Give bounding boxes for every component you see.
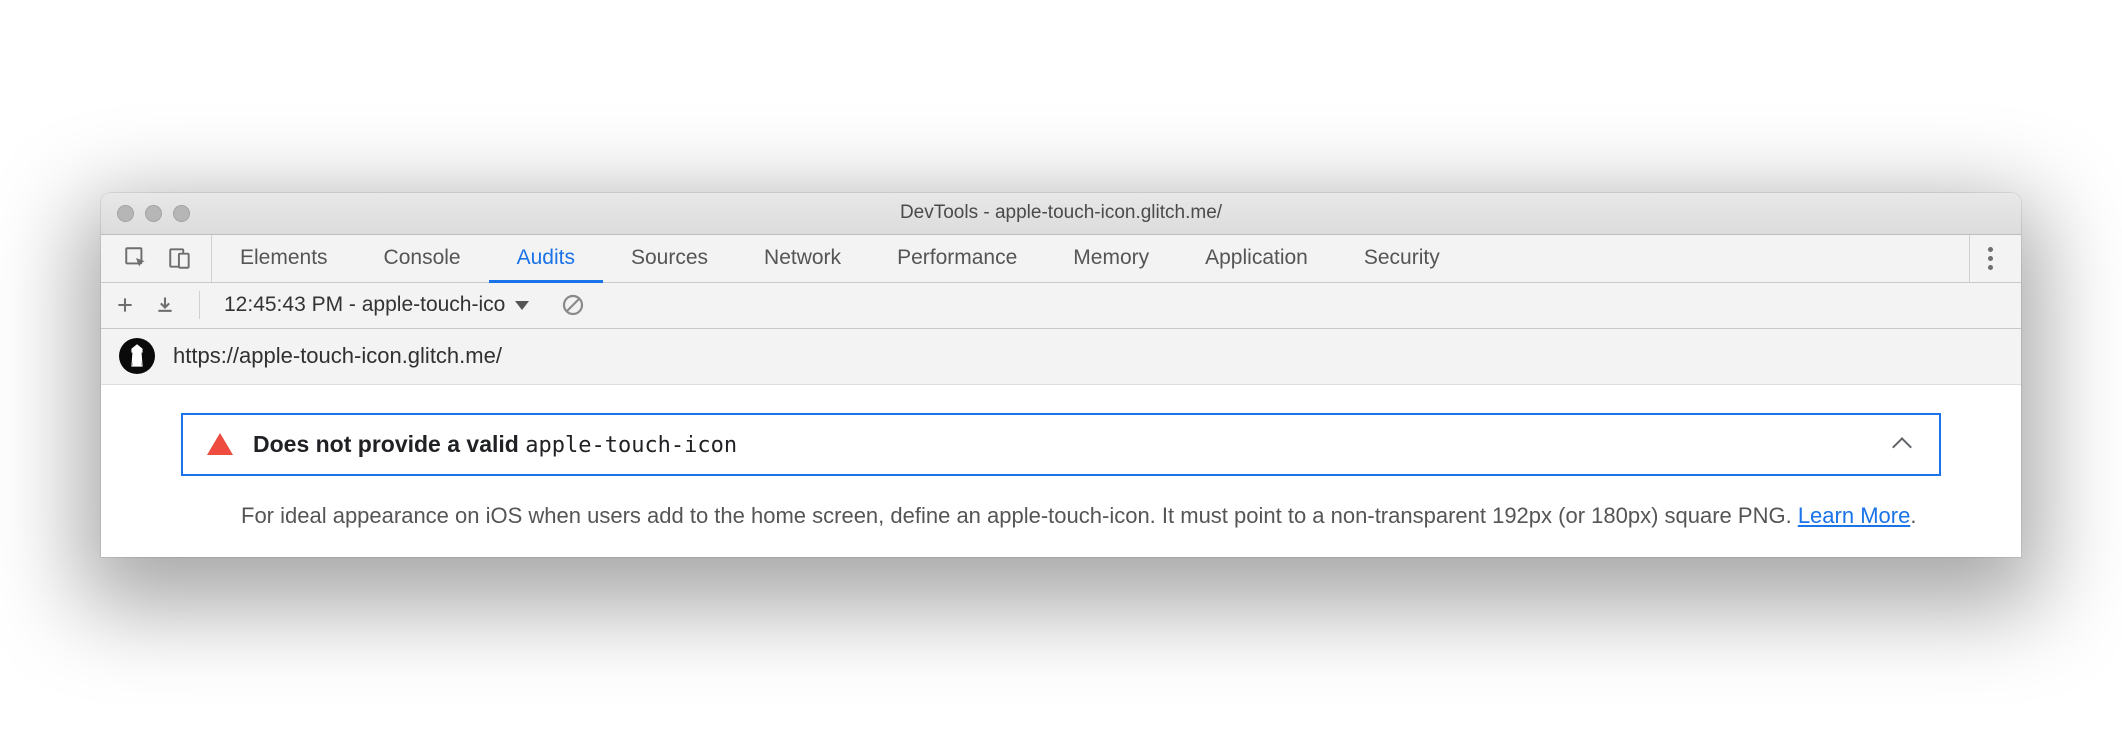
toolbar-divider [199, 291, 200, 319]
more-options-icon[interactable] [1988, 247, 1993, 270]
tab-application[interactable]: Application [1177, 235, 1336, 282]
audit-description-text: For ideal appearance on iOS when users a… [241, 503, 1798, 528]
clear-all-icon[interactable] [561, 293, 585, 317]
tab-security[interactable]: Security [1336, 235, 1468, 282]
tab-memory[interactable]: Memory [1045, 235, 1177, 282]
device-toggle-icon[interactable] [167, 245, 193, 271]
minimize-window-button[interactable] [145, 205, 162, 222]
tabbar-menu [1969, 235, 2011, 282]
tab-sources[interactable]: Sources [603, 235, 736, 282]
window-title: DevTools - apple-touch-icon.glitch.me/ [101, 202, 2021, 224]
audits-toolbar: 12:45:43 PM - apple-touch-ico [101, 283, 2021, 329]
report-selector-label: 12:45:43 PM - apple-touch-ico [224, 293, 505, 317]
tab-audits[interactable]: Audits [489, 235, 603, 282]
audit-header[interactable]: Does not provide a valid apple-touch-ico… [181, 413, 1941, 476]
audit-description-period: . [1910, 503, 1916, 528]
lighthouse-icon [119, 338, 155, 374]
audit-title-code: apple-touch-icon [525, 433, 737, 458]
tabs-container: Elements Console Audits Sources Network … [212, 235, 1969, 282]
audit-description: For ideal appearance on iOS when users a… [181, 476, 1941, 533]
zoom-window-button[interactable] [173, 205, 190, 222]
tab-network[interactable]: Network [736, 235, 869, 282]
tab-bar: Elements Console Audits Sources Network … [101, 235, 2021, 283]
learn-more-link[interactable]: Learn More [1798, 503, 1911, 528]
chevron-up-icon [1892, 438, 1912, 458]
close-window-button[interactable] [117, 205, 134, 222]
download-report-icon[interactable] [155, 295, 175, 315]
inspect-element-icon[interactable] [123, 245, 149, 271]
audit-title-prefix: Does not provide a valid [253, 431, 525, 457]
devtools-window: DevTools - apple-touch-icon.glitch.me/ E… [101, 193, 2021, 557]
chevron-down-icon [515, 301, 529, 310]
fail-triangle-icon [207, 433, 233, 455]
tab-performance[interactable]: Performance [869, 235, 1045, 282]
audit-content: Does not provide a valid apple-touch-ico… [101, 385, 2021, 557]
report-url: https://apple-touch-icon.glitch.me/ [173, 343, 502, 369]
tab-console[interactable]: Console [356, 235, 489, 282]
inspect-controls [111, 235, 212, 282]
new-audit-icon[interactable] [115, 295, 135, 315]
report-url-bar: https://apple-touch-icon.glitch.me/ [101, 329, 2021, 385]
traffic-lights [101, 205, 190, 222]
audit-title: Does not provide a valid apple-touch-ico… [253, 431, 1875, 458]
titlebar: DevTools - apple-touch-icon.glitch.me/ [101, 193, 2021, 235]
tab-elements[interactable]: Elements [212, 235, 356, 282]
report-selector[interactable]: 12:45:43 PM - apple-touch-ico [224, 293, 529, 317]
